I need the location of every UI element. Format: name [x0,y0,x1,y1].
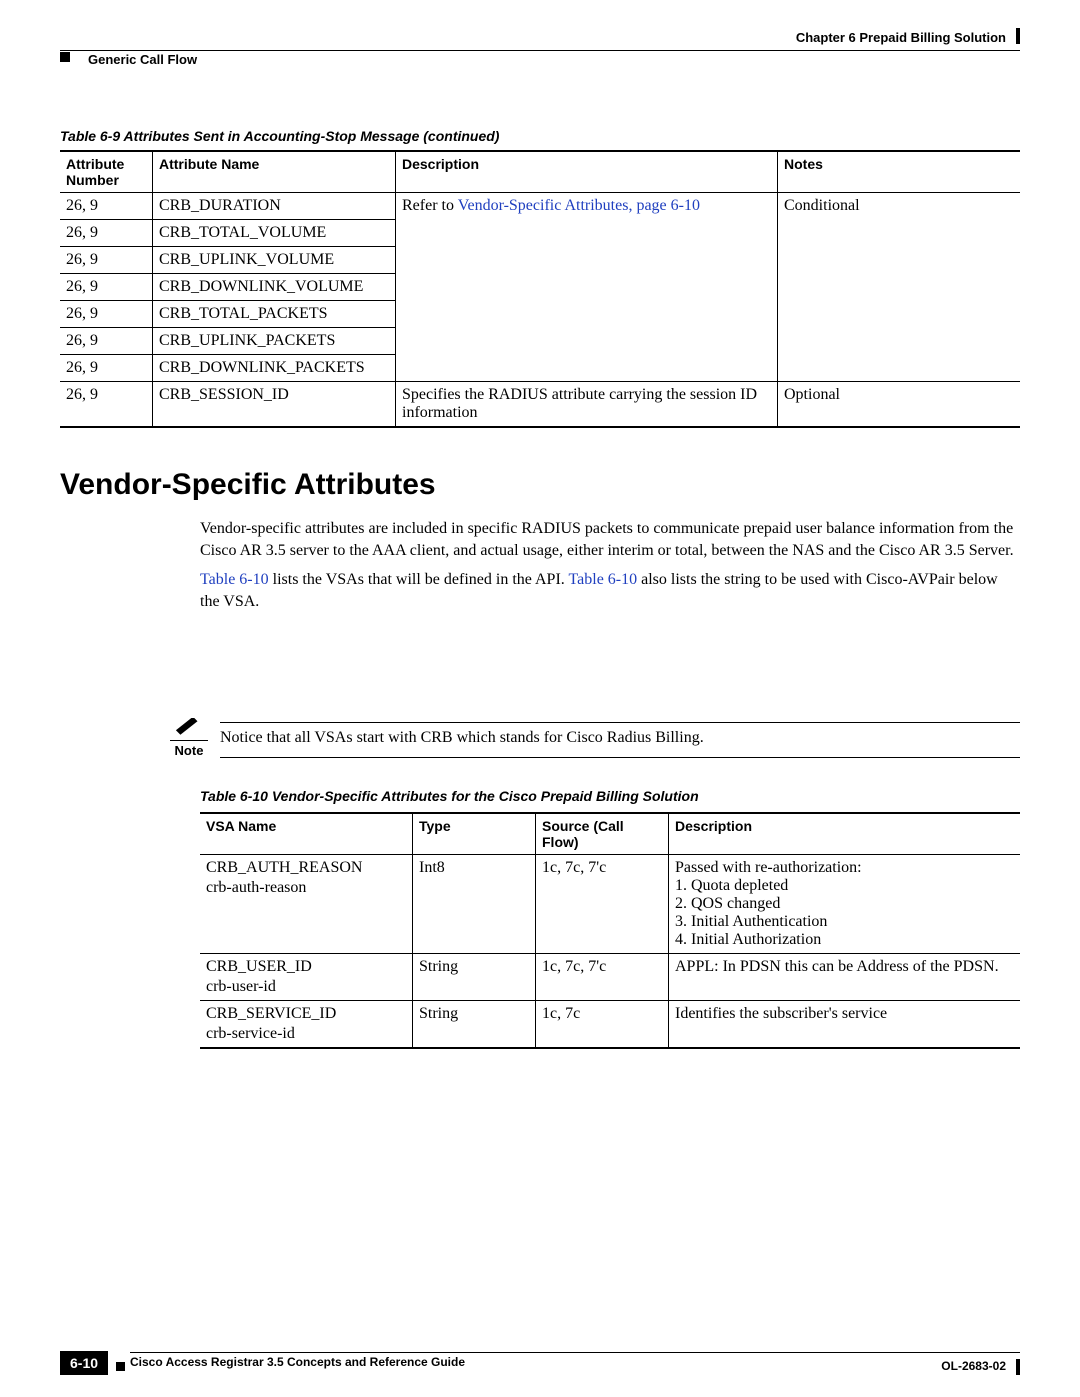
footer-square-icon [116,1362,125,1371]
cell-name: CRB_SESSION_ID [153,382,396,428]
table-row: CRB_SERVICE_ID crb-service-id String 1c,… [200,1001,1020,1049]
cell-num: 26, 9 [60,382,153,428]
cell-name: CRB_DOWNLINK_PACKETS [153,355,396,382]
table-row: CRB_AUTH_REASON crb-auth-reason Int8 1c,… [200,855,1020,954]
cell-type: Int8 [413,855,536,954]
vendor-attrs-link[interactable]: Vendor-Specific Attributes, page 6-10 [458,197,700,214]
t69-h-name: Attribute Name [153,151,396,193]
t69-h-number: Attribute Number [60,151,153,193]
cell-desc: Specifies the RADIUS attribute carrying … [396,382,778,428]
t610-h-desc: Description [669,813,1021,855]
t610-h-type: Type [413,813,536,855]
body-p2: Table 6-10 lists the VSAs that will be d… [200,569,1020,612]
vsa-name: CRB_AUTH_REASON [206,859,362,876]
cell-notes: Optional [778,382,1021,428]
cell-num: 26, 9 [60,220,153,247]
t69-h-notes: Notes [778,151,1021,193]
table-6-10-link[interactable]: Table 6-10 [200,571,269,588]
vsa-name: CRB_SERVICE_ID [206,1005,336,1022]
table-row: 26, 9 CRB_DURATION Refer to Vendor-Speci… [60,193,1020,220]
note-text: Notice that all VSAs start with CRB whic… [220,722,1020,758]
footer-bar-icon [1016,1359,1020,1375]
cell-num: 26, 9 [60,274,153,301]
cell-vsa-name: CRB_USER_ID crb-user-id [200,954,413,1001]
header-bar-icon [1016,28,1020,44]
header-chapter: Chapter 6 Prepaid Billing Solution [796,30,1006,45]
cell-name: CRB_DURATION [153,193,396,220]
table-6-9: Attribute Number Attribute Name Descript… [60,150,1020,428]
cell-source: 1c, 7c [536,1001,669,1049]
vsa-name: CRB_USER_ID [206,958,312,975]
footer-doc-title: Cisco Access Registrar 3.5 Concepts and … [130,1353,1020,1369]
t610-h-name: VSA Name [200,813,413,855]
footer-doc-id: OL-2683-02 [941,1359,1006,1373]
cell-num: 26, 9 [60,301,153,328]
cell-source: 1c, 7c, 7'c [536,954,669,1001]
cell-type: String [413,1001,536,1049]
cell-notes-merged: Conditional [778,193,1021,382]
note-label: Note [170,740,208,758]
header-rule [60,50,1020,51]
table-6-10: VSA Name Type Source (Call Flow) Descrip… [200,812,1020,1049]
body-text: Vendor-specific attributes are included … [200,518,1020,612]
page-footer: Cisco Access Registrar 3.5 Concepts and … [60,1352,1020,1369]
cell-num: 26, 9 [60,328,153,355]
footer-page-number: 6-10 [60,1351,108,1375]
cell-num: 26, 9 [60,355,153,382]
body-p1: Vendor-specific attributes are included … [200,518,1020,561]
body-p2-mid: lists the VSAs that will be defined in t… [269,571,569,588]
cell-name: CRB_UPLINK_VOLUME [153,247,396,274]
link-prefix: Refer to [402,197,458,214]
cell-name: CRB_TOTAL_PACKETS [153,301,396,328]
cell-name: CRB_UPLINK_PACKETS [153,328,396,355]
t69-h-desc: Description [396,151,778,193]
cell-source: 1c, 7c, 7'c [536,855,669,954]
note-block: Note Notice that all VSAs start with CRB… [170,722,1020,758]
pencil-icon: Note [170,718,208,758]
cell-desc: Passed with re-authorization: 1. Quota d… [669,855,1021,954]
vsa-avpair: crb-auth-reason [206,879,406,897]
table-6-10-caption: Table 6-10 Vendor-Specific Attributes fo… [200,788,1020,804]
table-row: 26, 9 CRB_SESSION_ID Specifies the RADIU… [60,382,1020,428]
cell-vsa-name: CRB_AUTH_REASON crb-auth-reason [200,855,413,954]
header-section: Generic Call Flow [88,52,197,67]
cell-desc: Identifies the subscriber's service [669,1001,1021,1049]
table-row: CRB_USER_ID crb-user-id String 1c, 7c, 7… [200,954,1020,1001]
cell-num: 26, 9 [60,247,153,274]
cell-desc: APPL: In PDSN this can be Address of the… [669,954,1021,1001]
cell-name: CRB_TOTAL_VOLUME [153,220,396,247]
vsa-avpair: crb-user-id [206,978,406,996]
cell-name: CRB_DOWNLINK_VOLUME [153,274,396,301]
cell-num: 26, 9 [60,193,153,220]
cell-desc-merged: Refer to Vendor-Specific Attributes, pag… [396,193,778,382]
cell-type: String [413,954,536,1001]
cell-vsa-name: CRB_SERVICE_ID crb-service-id [200,1001,413,1049]
table-6-10-link[interactable]: Table 6-10 [568,571,637,588]
page-header: Chapter 6 Prepaid Billing Solution Gener… [60,30,1020,58]
section-heading-vsa: Vendor-Specific Attributes [60,468,1020,502]
header-square-icon [60,52,70,62]
vsa-avpair: crb-service-id [206,1025,406,1043]
t610-h-src: Source (Call Flow) [536,813,669,855]
table-6-9-caption: Table 6-9 Attributes Sent in Accounting-… [60,128,1020,144]
